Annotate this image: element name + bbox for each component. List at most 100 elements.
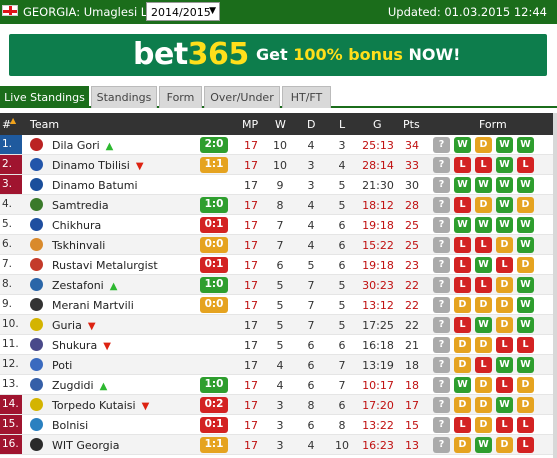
table-row[interactable]: 14. Torpedo Kutaisi ▼ 0:2 17 3 8 6 17:20 17? D D W D <box>0 395 557 415</box>
table-row[interactable]: 12. Poti 17 4 6 7 13:19 18? D L W W <box>0 355 557 375</box>
team-name[interactable]: Dinamo Tbilisi ▼ <box>52 159 144 172</box>
team-name[interactable]: Guria ▼ <box>52 319 96 332</box>
form-result-badge[interactable]: W <box>517 217 534 233</box>
form-result-badge[interactable]: L <box>454 277 471 293</box>
form-result-badge[interactable]: W <box>496 397 513 413</box>
form-result-badge[interactable]: L <box>454 197 471 213</box>
form-result-badge[interactable]: L <box>496 417 513 433</box>
live-score-badge[interactable]: 0:0 <box>200 297 228 313</box>
table-row[interactable]: 16. WIT Georgia 1:1 17 3 4 10 16:23 13? D W D L <box>0 435 557 455</box>
d-header[interactable]: D <box>307 118 315 131</box>
form-result-badge[interactable]: D <box>454 437 471 453</box>
table-row[interactable]: 15. Bolnisi 0:1 17 3 6 8 13:22 15? L D L L <box>0 415 557 435</box>
form-result-badge[interactable]: L <box>496 377 513 393</box>
table-row[interactable]: 4. Samtredia 1:0 17 8 4 5 18:12 28? L D W D <box>0 195 557 215</box>
team-name[interactable]: Samtredia <box>52 199 109 212</box>
team-name[interactable]: Shukura ▼ <box>52 339 111 352</box>
form-result-badge[interactable]: W <box>475 177 492 193</box>
form-result-badge[interactable]: D <box>496 437 513 453</box>
next-match-badge[interactable]: ? <box>433 437 450 453</box>
table-row[interactable]: 8. Zestafoni ▲ 1:0 17 5 7 5 30:23 22? L L D W <box>0 275 557 295</box>
form-result-badge[interactable]: D <box>454 297 471 313</box>
form-result-badge[interactable]: D <box>517 397 534 413</box>
form-result-badge[interactable]: W <box>517 297 534 313</box>
tab-live-standings[interactable]: Live Standings <box>0 86 89 108</box>
form-result-badge[interactable]: W <box>496 197 513 213</box>
form-result-badge[interactable]: L <box>475 357 492 373</box>
form-result-badge[interactable]: W <box>454 377 471 393</box>
team-name[interactable]: Torpedo Kutaisi ▼ <box>52 399 149 412</box>
form-result-badge[interactable]: D <box>517 257 534 273</box>
form-result-badge[interactable]: D <box>454 337 471 353</box>
form-result-badge[interactable]: W <box>475 257 492 273</box>
table-row[interactable]: 11. Shukura ▼ 17 5 6 6 16:18 21? D D L L <box>0 335 557 355</box>
team-name[interactable]: WIT Georgia <box>52 439 119 452</box>
form-result-badge[interactable]: L <box>454 317 471 333</box>
live-score-badge[interactable]: 1:0 <box>200 277 228 293</box>
bet365-banner[interactable]: bet365 Get 100% bonus NOW! <box>9 34 547 76</box>
form-result-badge[interactable]: W <box>475 437 492 453</box>
form-result-badge[interactable]: W <box>517 237 534 253</box>
team-name[interactable]: Bolnisi <box>52 419 88 432</box>
team-name[interactable]: Poti <box>52 359 72 372</box>
next-match-badge[interactable]: ? <box>433 377 450 393</box>
next-match-badge[interactable]: ? <box>433 237 450 253</box>
team-name[interactable]: Dinamo Batumi <box>52 179 138 192</box>
form-result-badge[interactable]: W <box>517 137 534 153</box>
team-name[interactable]: Merani Martvili <box>52 299 134 312</box>
table-row[interactable]: 6. Tskhinvali 0:0 17 7 4 6 15:22 25? L L D W <box>0 235 557 255</box>
scrollbar[interactable] <box>553 113 557 458</box>
l-header[interactable]: L <box>339 118 345 131</box>
live-score-badge[interactable]: 0:1 <box>200 257 228 273</box>
next-match-badge[interactable]: ? <box>433 177 450 193</box>
form-result-badge[interactable]: W <box>517 317 534 333</box>
team-name[interactable]: Zestafoni ▲ <box>52 279 117 292</box>
next-match-badge[interactable]: ? <box>433 197 450 213</box>
form-result-badge[interactable]: D <box>475 297 492 313</box>
next-match-badge[interactable]: ? <box>433 157 450 173</box>
live-score-badge[interactable]: 1:1 <box>200 157 228 173</box>
form-result-badge[interactable]: L <box>517 337 534 353</box>
form-result-badge[interactable]: D <box>454 397 471 413</box>
team-name[interactable]: Zugdidi ▲ <box>52 379 107 392</box>
table-row[interactable]: 9. Merani Martvili 0:0 17 5 7 5 13:12 22? D D D W <box>0 295 557 315</box>
form-result-badge[interactable]: D <box>496 297 513 313</box>
form-result-badge[interactable]: D <box>496 237 513 253</box>
form-result-badge[interactable]: L <box>475 237 492 253</box>
form-result-badge[interactable]: L <box>454 157 471 173</box>
form-result-badge[interactable]: W <box>454 177 471 193</box>
form-result-badge[interactable]: W <box>475 217 492 233</box>
form-result-badge[interactable]: W <box>496 357 513 373</box>
table-row[interactable]: 10. Guria ▼ 17 5 7 5 17:25 22? L W D W <box>0 315 557 335</box>
live-score-badge[interactable]: 0:1 <box>200 417 228 433</box>
live-score-badge[interactable]: 0:0 <box>200 237 228 253</box>
live-score-badge[interactable]: 0:1 <box>200 217 228 233</box>
table-row[interactable]: 2. Dinamo Tbilisi ▼ 1:1 17 10 3 4 28:14 33? L L W L <box>0 155 557 175</box>
form-result-badge[interactable]: W <box>496 217 513 233</box>
form-result-badge[interactable]: D <box>496 277 513 293</box>
form-result-badge[interactable]: L <box>517 157 534 173</box>
form-result-badge[interactable]: D <box>475 337 492 353</box>
live-score-badge[interactable]: 1:0 <box>200 197 228 213</box>
form-result-badge[interactable]: L <box>496 337 513 353</box>
form-result-badge[interactable]: D <box>475 137 492 153</box>
tab-ht-ft[interactable]: HT/FT <box>282 86 331 108</box>
form-result-badge[interactable]: L <box>454 237 471 253</box>
form-result-badge[interactable]: D <box>517 377 534 393</box>
form-header[interactable]: Form <box>479 118 507 131</box>
form-result-badge[interactable]: W <box>517 357 534 373</box>
next-match-badge[interactable]: ? <box>433 137 450 153</box>
form-result-badge[interactable]: D <box>496 317 513 333</box>
live-score-badge[interactable]: 1:1 <box>200 437 228 453</box>
form-result-badge[interactable]: W <box>496 177 513 193</box>
form-result-badge[interactable]: D <box>454 357 471 373</box>
form-result-badge[interactable]: L <box>454 417 471 433</box>
next-match-badge[interactable]: ? <box>433 417 450 433</box>
next-match-badge[interactable]: ? <box>433 397 450 413</box>
form-result-badge[interactable]: W <box>496 157 513 173</box>
mp-header[interactable]: MP <box>242 118 258 131</box>
next-match-badge[interactable]: ? <box>433 257 450 273</box>
form-result-badge[interactable]: D <box>517 197 534 213</box>
tab-standings[interactable]: Standings <box>91 86 157 108</box>
team-header[interactable]: Team <box>30 118 59 131</box>
